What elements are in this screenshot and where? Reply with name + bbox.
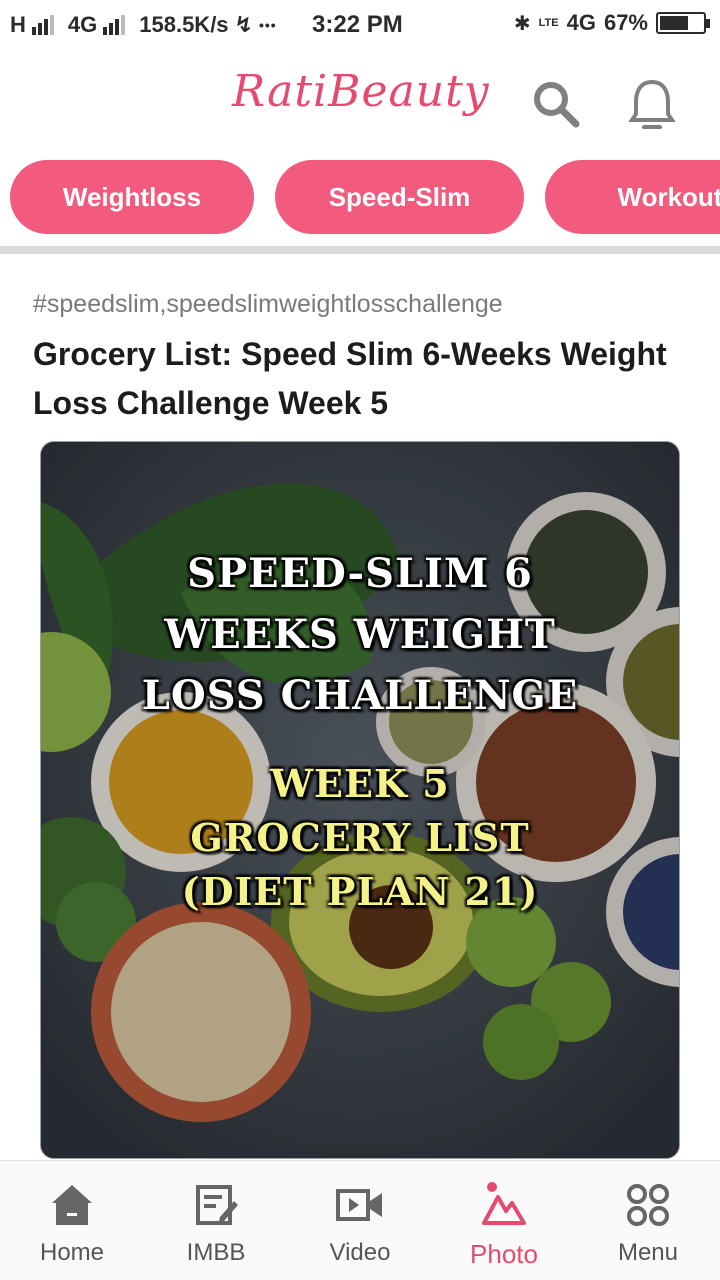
nav-imbb[interactable]: IMBB <box>144 1161 288 1280</box>
more-notifications-icon: ••• <box>258 17 277 33</box>
image-subline-2: GROCERY LIST <box>190 815 530 860</box>
nav-menu[interactable]: Menu <box>576 1161 720 1280</box>
category-bar: Weightloss Speed-Slim Workout <box>10 160 720 234</box>
usb-icon: ↯ <box>234 12 253 37</box>
volte-icon: LTE <box>538 16 559 29</box>
status-bar: H 4G 158.5K/s ↯ ••• 3:22 PM ✱ LTE 4G 67% <box>0 0 720 50</box>
nav-photo[interactable]: Photo <box>432 1161 576 1280</box>
video-icon <box>336 1189 382 1221</box>
image-headline-line-1: SPEED-SLIM 6 <box>187 550 533 597</box>
battery-icon <box>656 12 710 34</box>
battery-percent: 67% <box>603 10 648 35</box>
network-type-h: H <box>10 12 26 37</box>
edit-icon <box>196 1185 238 1225</box>
bottom-nav: Home IMBB Video Photo Menu <box>0 1160 720 1280</box>
status-left: H 4G 158.5K/s ↯ ••• <box>10 12 277 38</box>
home-icon <box>52 1185 92 1225</box>
divider <box>0 246 720 254</box>
article-tags[interactable]: #speedslim,speedslimweightlosschallenge <box>33 290 503 319</box>
nav-home-label: Home <box>39 1239 105 1266</box>
photo-icon <box>482 1182 526 1225</box>
nav-video-label: Video <box>329 1239 391 1266</box>
nav-photo-label: Photo <box>470 1239 538 1269</box>
app-logo[interactable]: RatiBeauty <box>232 66 490 117</box>
image-subline-1: WEEK 5 <box>270 761 450 806</box>
bell-icon[interactable] <box>626 76 678 132</box>
signal-icon <box>31 15 54 35</box>
search-icon[interactable] <box>530 78 582 130</box>
clock: 3:22 PM <box>312 11 403 38</box>
app-header: RatiBeauty <box>0 50 720 154</box>
image-subline-3: (DIET PLAN 21) <box>181 869 539 914</box>
nav-menu-label: Menu <box>617 1239 679 1266</box>
network-type-right: 4G <box>566 10 596 35</box>
image-headline-line-2: WEEKS WEIGHT <box>164 611 556 658</box>
network-speed: 158.5K/s <box>139 12 229 37</box>
battery-fill <box>660 16 689 30</box>
category-speed-slim[interactable]: Speed-Slim <box>275 160 524 234</box>
category-weightloss[interactable]: Weightloss <box>10 160 254 234</box>
image-headline-line-3: LOSS CHALLENGE <box>141 672 579 719</box>
nav-video[interactable]: Video <box>288 1161 432 1280</box>
nav-home[interactable]: Home <box>0 1161 144 1280</box>
nav-imbb-label: IMBB <box>186 1239 246 1266</box>
bluetooth-icon: ✱ <box>513 12 531 35</box>
network-type-4g: 4G <box>67 12 98 37</box>
signal-icon-2 <box>103 15 126 35</box>
category-workout[interactable]: Workout <box>545 160 720 234</box>
article-title[interactable]: Grocery List: Speed Slim 6-Weeks Weight … <box>33 330 693 428</box>
grid-icon <box>627 1184 669 1226</box>
status-right: ✱ LTE 4G 67% <box>513 10 710 36</box>
